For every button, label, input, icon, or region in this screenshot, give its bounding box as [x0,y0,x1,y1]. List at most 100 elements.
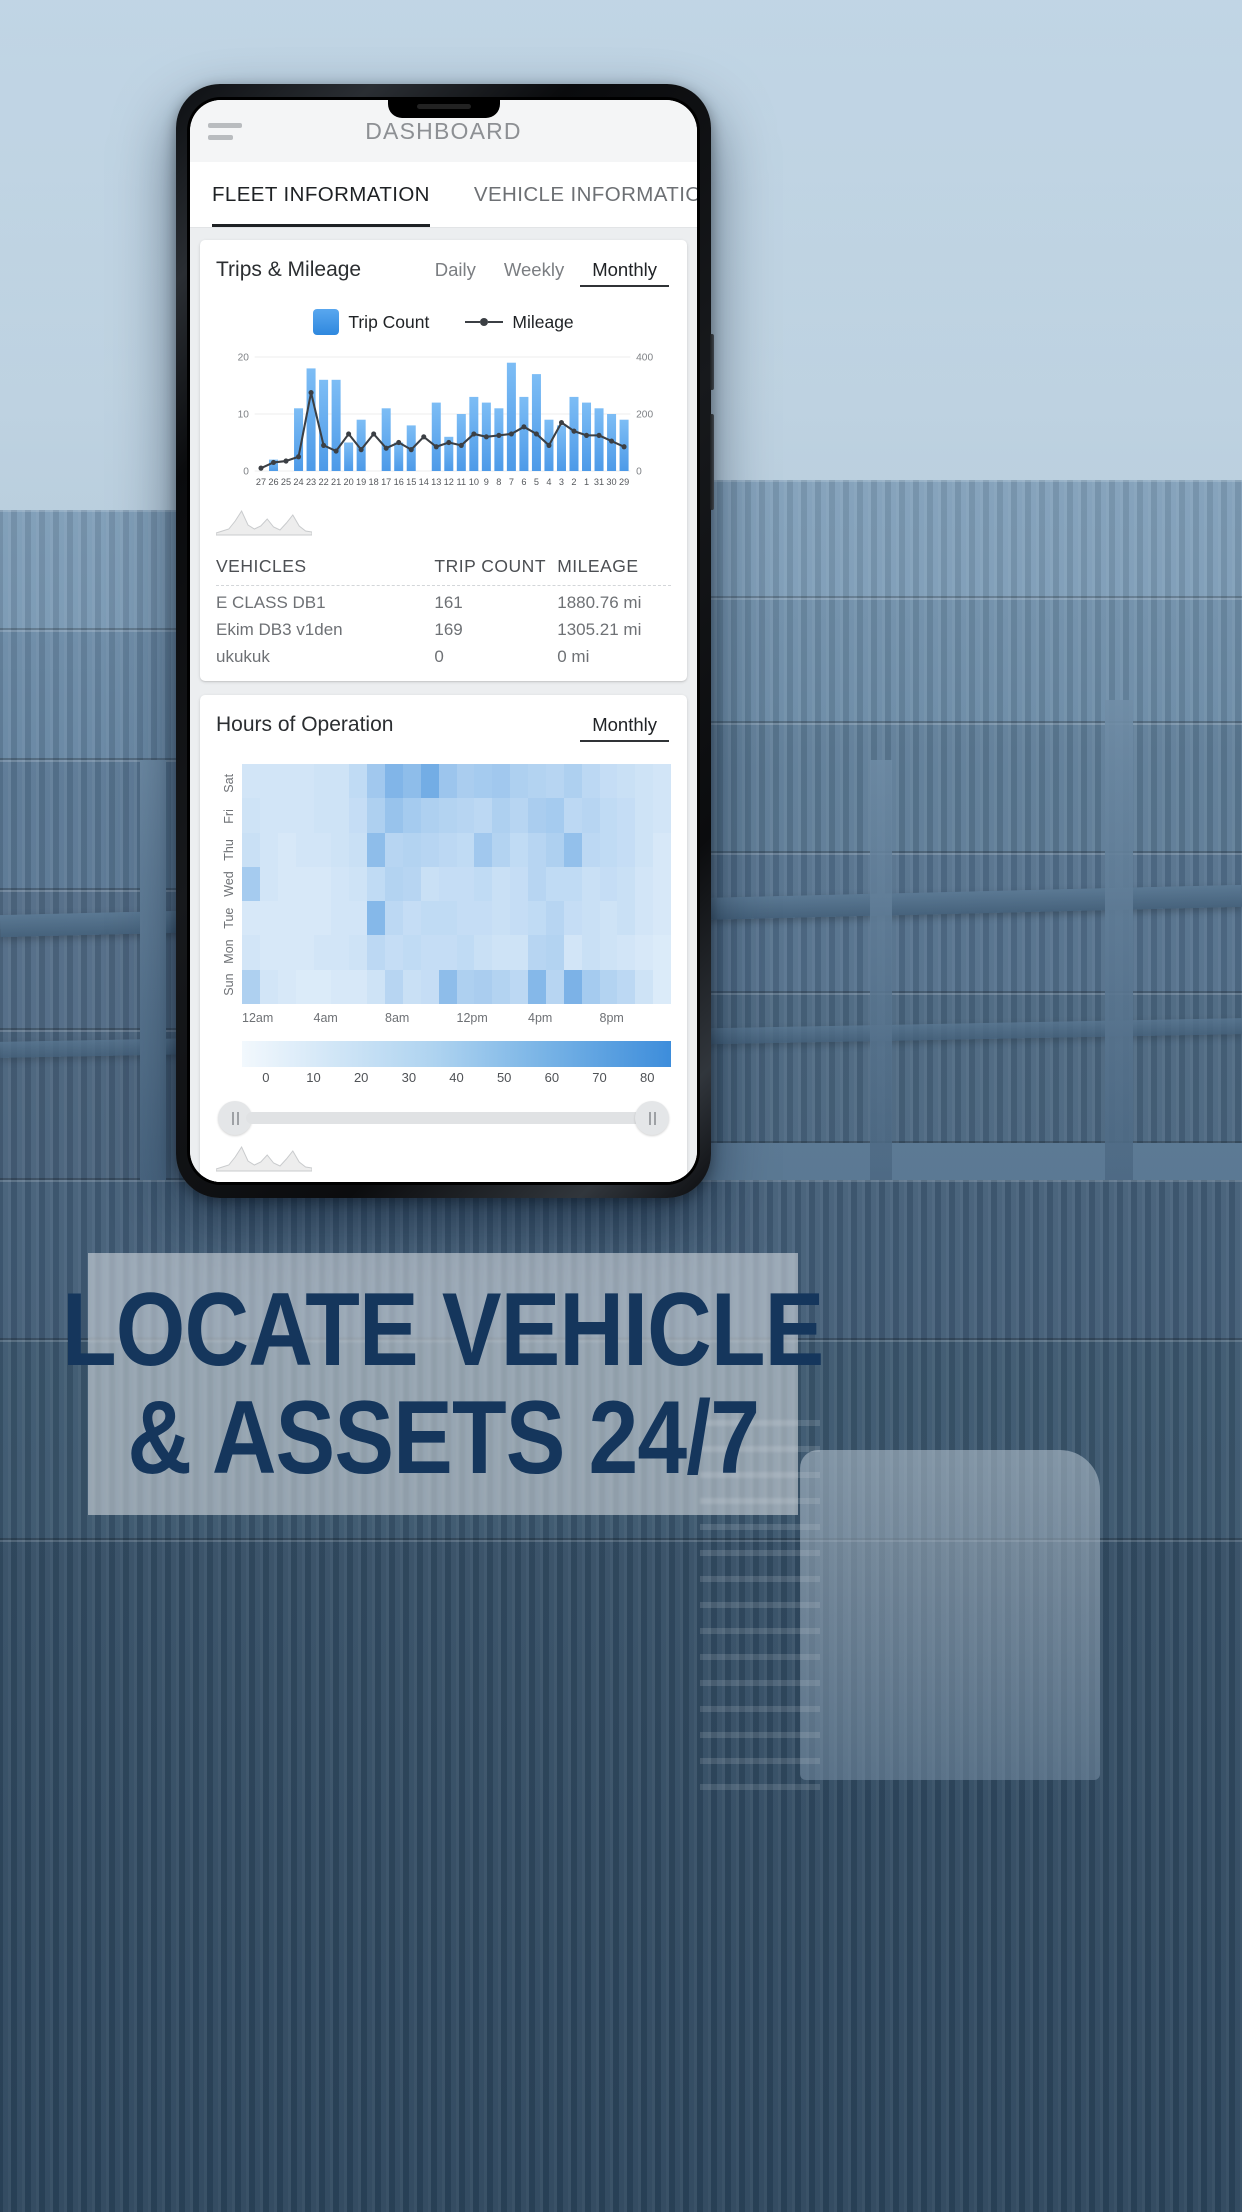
heatmap-cell[interactable] [313,901,332,936]
heatmap-cell[interactable] [295,764,314,799]
heatmap-cell[interactable] [313,832,332,867]
hamburger-icon[interactable] [208,122,242,140]
heatmap-cell[interactable] [545,866,564,902]
heatmap-cell[interactable] [617,764,636,799]
heatmap-cell[interactable] [653,798,671,833]
heatmap-cell[interactable] [528,935,546,970]
heatmap-cell[interactable] [581,832,600,867]
volume-button[interactable] [710,414,714,510]
heatmap-cell[interactable] [456,935,475,970]
heatmap-cell[interactable] [331,901,350,936]
heatmap-cell[interactable] [563,866,582,902]
heatmap-cell[interactable] [563,764,582,799]
heatmap-cell[interactable] [331,969,350,1004]
heatmap-cell[interactable] [510,866,528,902]
heatmap-cell[interactable] [313,866,332,902]
heatmap-cell[interactable] [438,901,457,936]
heatmap-cell[interactable] [367,764,385,799]
heatmap-cell[interactable] [456,798,475,833]
heatmap-cell[interactable] [402,969,421,1004]
heatmap-cell[interactable] [599,832,618,867]
heatmap-cell[interactable] [599,866,618,902]
heatmap-cell[interactable] [617,798,636,833]
segment-monthly[interactable]: Monthly [578,714,671,742]
heatmap-cell[interactable] [492,935,511,970]
heatmap-cell[interactable] [528,832,546,867]
heatmap-cell[interactable] [420,764,439,799]
heatmap-cell[interactable] [528,866,546,902]
heatmap-cell[interactable] [581,901,600,936]
tab-fleet-information[interactable]: FLEET INFORMATION [212,162,452,228]
hours-heatmap[interactable]: Sun Mon Tue Wed Thu Fri Sat [216,764,671,1004]
heatmap-cell[interactable] [259,969,278,1004]
heatmap-cell[interactable] [617,866,636,902]
heatmap-cell[interactable] [563,832,582,867]
heatmap-cell[interactable] [456,832,475,867]
heatmap-cell[interactable] [277,832,296,867]
heatmap-cell[interactable] [599,798,618,833]
heatmap-cell[interactable] [492,832,511,867]
heatmap-cell[interactable] [635,798,654,833]
heatmap-cell[interactable] [456,764,475,799]
heatmap-cell[interactable] [313,764,332,799]
heatmap-cell[interactable] [653,935,671,970]
range-slider[interactable] [216,1101,671,1135]
heatmap-cell[interactable] [438,764,457,799]
heatmap-cell[interactable] [635,866,654,902]
heatmap-cell[interactable] [545,798,564,833]
heatmap-cell[interactable] [438,969,457,1004]
heatmap-cell[interactable] [545,832,564,867]
heatmap-cell[interactable] [510,935,528,970]
heatmap-cell[interactable] [617,935,636,970]
heatmap-cell[interactable] [331,935,350,970]
heatmap-grid[interactable] [242,764,671,1004]
heatmap-cell[interactable] [259,901,278,936]
heatmap-cell[interactable] [635,969,654,1004]
heatmap-cell[interactable] [438,798,457,833]
heatmap-cell[interactable] [599,969,618,1004]
heatmap-cell[interactable] [367,901,385,936]
heatmap-cell[interactable] [581,798,600,833]
heatmap-cell[interactable] [545,969,564,1004]
heatmap-cell[interactable] [277,764,296,799]
heatmap-cell[interactable] [438,832,457,867]
heatmap-cell[interactable] [492,798,511,833]
heatmap-cell[interactable] [581,935,600,970]
heatmap-cell[interactable] [277,935,296,970]
heatmap-cell[interactable] [653,901,671,936]
slider-track[interactable] [246,1112,641,1124]
heatmap-cell[interactable] [313,798,332,833]
heatmap-cell[interactable] [259,798,278,833]
heatmap-cell[interactable] [242,935,260,970]
heatmap-cell[interactable] [456,901,475,936]
chart-thumbnail-icon[interactable] [215,503,313,537]
heatmap-cell[interactable] [474,901,493,936]
segment-weekly[interactable]: Weekly [490,259,578,287]
heatmap-cell[interactable] [510,764,528,799]
heatmap-cell[interactable] [242,832,260,867]
dashboard-scroll-area[interactable]: Trips & Mileage Daily Weekly Monthly Tri… [190,228,697,1182]
heatmap-cell[interactable] [277,901,296,936]
heatmap-cell[interactable] [402,764,421,799]
segment-daily[interactable]: Daily [421,259,490,287]
table-row[interactable]: Ekim DB3 v1den 169 1305.21 mi [216,613,671,640]
heatmap-cell[interactable] [528,969,546,1004]
heatmap-cell[interactable] [581,866,600,902]
heatmap-cell[interactable] [349,901,368,936]
heatmap-cell[interactable] [545,935,564,970]
trips-mileage-chart[interactable]: 0 10 20 0 200 400 27 26 25 24 23 22 21 20 19 18 17 16 15 14… [216,349,671,499]
heatmap-cell[interactable] [402,866,421,902]
heatmap-cell[interactable] [313,969,332,1004]
heatmap-cell[interactable] [259,866,278,902]
heatmap-cell[interactable] [510,798,528,833]
heatmap-cell[interactable] [331,866,350,902]
heatmap-cell[interactable] [563,798,582,833]
heatmap-cell[interactable] [528,764,546,799]
heatmap-cell[interactable] [385,764,403,799]
heatmap-cell[interactable] [474,764,493,799]
heatmap-cell[interactable] [277,798,296,833]
table-row[interactable]: E CLASS DB1 161 1880.76 mi [216,586,671,613]
heatmap-cell[interactable] [492,764,511,799]
heatmap-cell[interactable] [653,969,671,1004]
heatmap-cell[interactable] [402,935,421,970]
